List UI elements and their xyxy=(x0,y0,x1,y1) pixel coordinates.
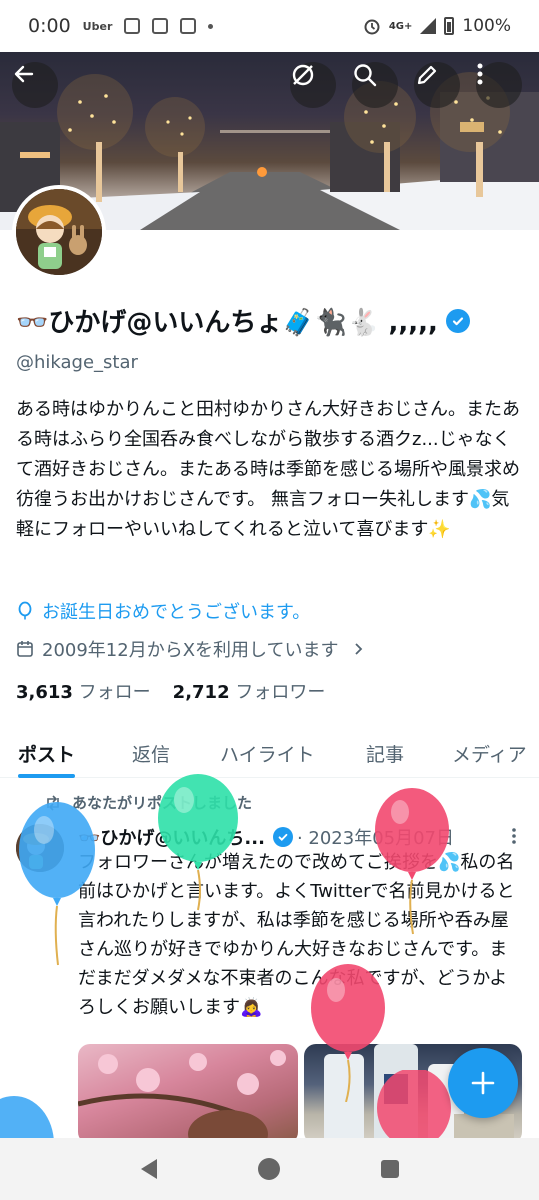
hide-button[interactable] xyxy=(290,62,336,108)
birthday-text: お誕生日おめでとうございます。 xyxy=(42,602,311,623)
followers-label: フォロワー xyxy=(235,682,326,703)
post-date: · 2023年05月07日 xyxy=(296,828,454,849)
post-image-cherry-blossoms[interactable] xyxy=(78,1044,298,1144)
nav-home-icon[interactable] xyxy=(257,1158,280,1180)
avatar-image xyxy=(16,189,102,275)
post-avatar-image xyxy=(16,824,64,872)
profile-tabs: ポスト 返信 ハイライト 記事 メディア xyxy=(0,728,539,778)
calendar-icon xyxy=(17,641,33,657)
tab-articles[interactable]: 記事 xyxy=(366,728,404,778)
tab-posts[interactable]: ポスト xyxy=(18,728,76,778)
repost-label: あなたがリポストしました xyxy=(72,794,253,812)
back-arrow-icon xyxy=(14,65,34,83)
following-count: 3,613 xyxy=(16,682,73,703)
edit-button[interactable] xyxy=(414,62,460,108)
cherry-blossom-image xyxy=(78,1050,286,1144)
status-bar: 0:00 Uber 4G+ 100% xyxy=(0,0,539,52)
followers-link[interactable]: 2,712 フォロワー xyxy=(173,678,326,704)
edit-icon xyxy=(417,65,437,85)
tab-replies[interactable]: 返信 xyxy=(132,728,170,778)
more-notifications-dot xyxy=(208,23,214,29)
post-text: フォロワーさんが増えたので改めてご挨拶を💦私の名前はひかげと言います。よくTwi… xyxy=(78,852,515,1018)
post-more-icon xyxy=(512,828,516,844)
signal-icon xyxy=(420,18,437,34)
following-link[interactable]: 3,613 フォロー xyxy=(16,678,151,704)
chevron-right-icon xyxy=(354,643,362,655)
joined-text: 2009年12月からXを利用しています xyxy=(42,640,339,661)
nav-recents-icon[interactable] xyxy=(380,1160,399,1178)
followers-count: 2,712 xyxy=(172,682,230,703)
post-header: 👓ひかげ@いいんち... · 2023年05月07日 xyxy=(78,824,454,850)
network-type: 4G+ xyxy=(388,20,413,32)
nav-back-icon[interactable] xyxy=(140,1159,157,1179)
plus-icon xyxy=(471,1071,495,1095)
birthday-row: お誕生日おめでとうございます。 xyxy=(16,598,310,624)
post-author-avatar[interactable] xyxy=(16,824,64,872)
back-button[interactable] xyxy=(12,62,58,108)
compose-post-button[interactable] xyxy=(448,1048,518,1118)
search-icon xyxy=(354,64,377,87)
system-nav-bar xyxy=(0,1138,539,1200)
profile-name-row: 👓ひかげ@いいんちょ🧳🐈‍⬛🐇 ,,,,, xyxy=(16,302,470,339)
alarm-icon xyxy=(364,19,380,35)
more-vertical-icon xyxy=(477,63,483,85)
post-verified-badge-icon xyxy=(272,827,293,847)
more-options-button[interactable] xyxy=(476,62,522,108)
uber-notification-label: Uber xyxy=(82,19,113,33)
post-author-name[interactable]: 👓ひかげ@いいんち... xyxy=(78,824,265,850)
verified-badge-icon xyxy=(445,308,470,333)
notification-icon xyxy=(124,18,141,34)
gallery-notification-icon xyxy=(180,18,197,34)
repost-icon xyxy=(47,794,59,811)
profile-bio: ある時はゆかりんこと田村ゆかりさん大好きおじさん。またある時はふらり全国呑み食べ… xyxy=(16,399,520,540)
follow-stats: 3,613 フォロー 2,712 フォロワー xyxy=(16,678,325,704)
calendar-notification-icon xyxy=(152,18,169,34)
status-time: 0:00 xyxy=(28,15,71,37)
battery-percent: 100% xyxy=(462,16,511,36)
following-label: フォロー xyxy=(78,682,151,703)
search-button[interactable] xyxy=(352,62,398,108)
balloon-icon xyxy=(18,601,32,620)
tab-highlights[interactable]: ハイライト xyxy=(220,728,315,778)
tab-media[interactable]: メディア xyxy=(452,728,527,778)
display-name: 👓ひかげ@いいんちょ🧳🐈‍⬛🐇 ,,,,, xyxy=(16,308,438,338)
post-more-button[interactable] xyxy=(511,826,517,850)
repost-indicator: あなたがリポストしました xyxy=(44,792,252,813)
profile-handle: @hikage_star xyxy=(16,352,138,373)
joined-row[interactable]: 2009年12月からXを利用しています xyxy=(16,636,365,662)
hide-icon xyxy=(292,64,314,86)
battery-icon xyxy=(444,17,455,35)
profile-avatar[interactable] xyxy=(12,185,106,279)
